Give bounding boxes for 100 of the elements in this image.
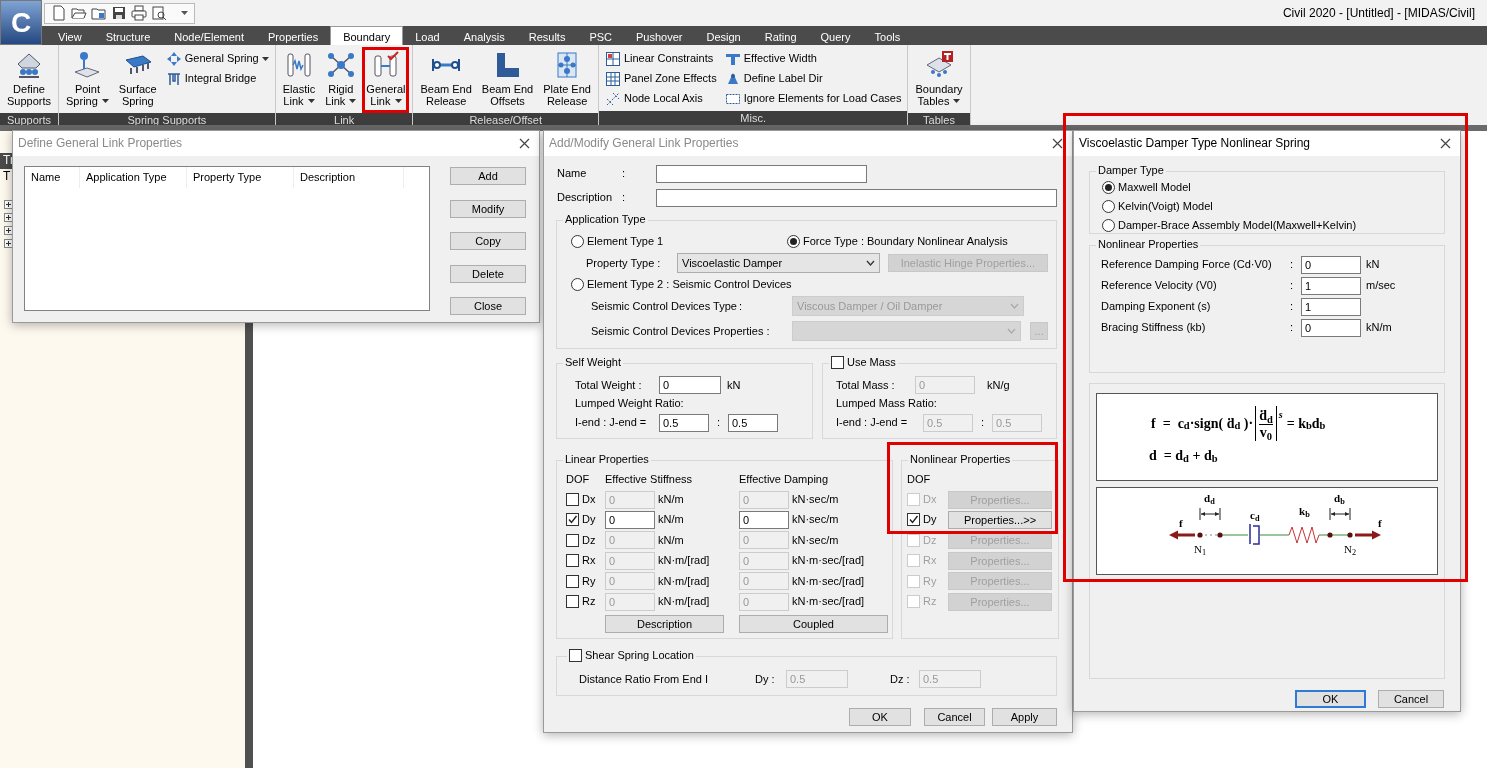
label: Reference Damping Force (Cd·V0): [1101, 258, 1273, 272]
radio-button[interactable]: [571, 278, 584, 292]
text-field[interactable]: 0: [605, 510, 655, 529]
ribbon-button[interactable]: Rigid Link: [321, 47, 361, 113]
group-title: Nonlinear Properties: [1098, 238, 1199, 252]
ribbon-button[interactable]: Beam End Release: [416, 47, 476, 113]
ribbon-button[interactable]: Ignore Elements for Load Cases: [721, 89, 905, 108]
text-field[interactable]: 0: [1301, 319, 1361, 337]
text-field[interactable]: [656, 165, 867, 183]
checkbox-label: Shear Spring Location: [585, 649, 694, 663]
ribbon-tab[interactable]: Results: [516, 26, 578, 45]
label: I-end : J-end =: [575, 415, 648, 430]
window-title: Civil 2020 - [Untitled] - [MIDAS/Civil]: [1282, 5, 1476, 21]
checkbox[interactable]: [566, 533, 579, 547]
checkbox-label: Rz: [923, 594, 937, 609]
new-file-icon: [51, 5, 67, 21]
panel-tab[interactable]: T: [0, 169, 12, 186]
ribbon-tab[interactable]: Boundary: [330, 26, 404, 45]
text-field[interactable]: [656, 189, 1057, 207]
ribbon-button[interactable]: General Spring: [162, 49, 272, 68]
ribbon-tab[interactable]: Query: [808, 26, 863, 45]
column-header[interactable]: Description: [294, 167, 404, 188]
button[interactable]: Close: [450, 297, 526, 315]
ribbon-button[interactable]: Plate End Release: [539, 47, 595, 113]
ribbon-button[interactable]: Effective Width: [721, 49, 905, 68]
ribbon-tab[interactable]: Properties: [256, 26, 331, 45]
checkbox[interactable]: [830, 356, 844, 370]
text-field[interactable]: 1: [1301, 277, 1361, 295]
text-field[interactable]: 1: [1301, 298, 1361, 316]
ribbon-button[interactable]: Surface Spring: [114, 47, 161, 113]
text-field[interactable]: 0: [739, 510, 789, 529]
checkbox[interactable]: [566, 513, 579, 527]
app-logo[interactable]: C: [0, 0, 42, 45]
ribbon-button[interactable]: Panel Zone Effects: [601, 69, 720, 88]
dropdown[interactable]: Viscoelastic Damper: [677, 253, 880, 274]
button[interactable]: OK: [849, 708, 911, 727]
checkbox[interactable]: [907, 513, 920, 527]
checkbox[interactable]: [566, 595, 579, 608]
label: Lumped Weight Ratio:: [575, 397, 685, 411]
label: DOF: [907, 473, 932, 487]
dialog-title: Add/Modify General Link Properties: [549, 136, 739, 151]
ribbon-button[interactable]: General Link: [362, 47, 410, 113]
button[interactable]: Description: [605, 614, 724, 633]
column-header[interactable]: Application Type: [80, 167, 187, 188]
button[interactable]: Copy: [450, 232, 526, 250]
ribbon-tab[interactable]: Structure: [93, 26, 163, 45]
text-field[interactable]: 0: [1301, 256, 1361, 274]
button[interactable]: OK: [1295, 690, 1366, 708]
ribbon-button[interactable]: Node Local Axis: [601, 89, 720, 108]
ribbon-button[interactable]: Point Spring: [62, 47, 113, 113]
radio-button[interactable]: [571, 235, 584, 249]
button[interactable]: Properties...>>: [948, 510, 1052, 529]
node-dot: [1217, 532, 1223, 538]
ribbon-tab[interactable]: Pushover: [624, 26, 695, 45]
radio-button[interactable]: [787, 235, 800, 249]
text-field[interactable]: 0.5: [728, 413, 778, 432]
ribbon-tab[interactable]: Analysis: [451, 26, 517, 45]
diagram-label: c$_{d}$: [1250, 510, 1260, 521]
dimension-arrow: [1199, 507, 1221, 521]
checkbox-label: Rx: [923, 554, 937, 568]
group-title: Application Type: [565, 213, 646, 227]
radio-button[interactable]: [1102, 218, 1115, 232]
ribbon-tab[interactable]: View: [46, 26, 94, 45]
button[interactable]: Add: [450, 167, 526, 185]
button[interactable]: Apply: [992, 708, 1057, 727]
checkbox[interactable]: [569, 649, 582, 663]
checkbox[interactable]: [566, 554, 579, 568]
column-header[interactable]: Property Type: [187, 167, 294, 188]
checkbox[interactable]: [566, 493, 579, 507]
radio-button[interactable]: [1102, 200, 1115, 213]
column-header[interactable]: Name: [25, 167, 80, 188]
arrows-icon: [165, 50, 182, 67]
label: kN·m·sec/[rad]: [792, 574, 865, 588]
ribbon-button[interactable]: Beam End Offsets: [477, 47, 538, 113]
button[interactable]: Cancel: [924, 708, 985, 727]
ribbon-tab[interactable]: Node/Element: [162, 26, 256, 45]
checkbox[interactable]: [566, 574, 579, 588]
save-icon: [111, 5, 127, 21]
ribbon-tab[interactable]: Design: [694, 26, 753, 45]
ribbon-tab[interactable]: Rating: [752, 26, 809, 45]
ribbon-button[interactable]: Elastic Link: [278, 47, 320, 113]
ribbon-button[interactable]: Define Supports: [3, 47, 56, 113]
radio-button[interactable]: [1102, 181, 1115, 195]
label: Dz :: [890, 672, 911, 686]
button[interactable]: Modify: [450, 199, 526, 218]
ribbon-tab[interactable]: Tools: [862, 26, 913, 45]
folder-icon: [91, 5, 107, 21]
button[interactable]: Cancel: [1378, 690, 1444, 708]
ribbon-button[interactable]: Boundary Tables: [911, 47, 967, 113]
ribbon-button[interactable]: Linear Constraints: [601, 49, 720, 68]
text-field[interactable]: 0.5: [659, 413, 709, 432]
text-field[interactable]: 0: [659, 376, 721, 395]
ribbon-tab[interactable]: PSC: [577, 26, 624, 45]
ribbon-tab[interactable]: Load: [403, 26, 452, 45]
ribbon-button[interactable]: Integral Bridge: [162, 69, 272, 88]
radio-label: Element Type 1: [587, 235, 664, 249]
button[interactable]: Coupled: [739, 614, 888, 633]
radio-label: Force Type : Boundary Nonlinear Analysis: [803, 235, 1008, 249]
button[interactable]: Delete: [450, 264, 526, 283]
ribbon-button[interactable]: Define Label Dir: [721, 69, 905, 88]
